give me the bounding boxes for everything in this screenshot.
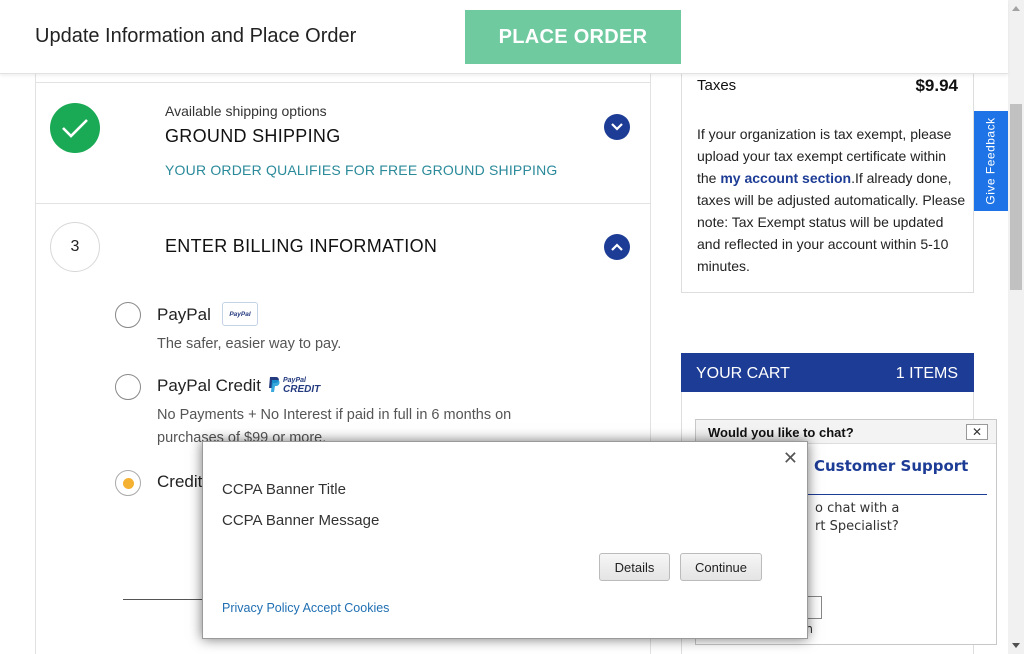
cart-item-count: 1 ITEMS <box>895 365 958 382</box>
scroll-down-icon[interactable] <box>1008 638 1024 654</box>
page-scrollbar[interactable] <box>1008 0 1024 654</box>
tax-exempt-note: If your organization is tax exempt, plea… <box>697 123 967 277</box>
tax-value: $9.94 <box>915 76 958 95</box>
chat-question-line-2: rt Specialist? <box>815 519 899 534</box>
paypal-option-title: PayPal <box>157 305 211 324</box>
panel-top-border <box>35 74 651 83</box>
ccpa-banner-title: CCPA Banner Title <box>222 481 346 498</box>
place-order-button[interactable]: PLACE ORDER <box>465 10 681 64</box>
give-feedback-tab[interactable]: Give Feedback <box>974 111 1008 211</box>
step-number: 3 <box>50 222 100 272</box>
paypal-logo: PayPal <box>222 302 258 326</box>
tax-label: Taxes <box>697 77 737 94</box>
free-shipping-note: YOUR ORDER QUALIFIES FOR FREE GROUND SHI… <box>165 162 558 178</box>
chat-header-text: Would you like to chat? <box>708 425 854 440</box>
chevron-up-icon[interactable] <box>604 234 630 260</box>
shipping-section <box>35 83 651 204</box>
cart-header: YOUR CART 1 ITEMS <box>681 353 974 392</box>
chat-divider <box>805 494 987 495</box>
details-button[interactable]: Details <box>599 553 670 581</box>
shipping-options-label: Available shipping options <box>165 103 327 119</box>
paypal-credit-option-title: PayPal Credit <box>157 376 261 395</box>
paypal-credit-logo-bottom: CREDIT <box>283 384 321 395</box>
chat-team-name: Customer Support <box>814 457 969 475</box>
give-feedback-label: Give Feedback <box>984 117 998 205</box>
ccpa-banner-message: CCPA Banner Message <box>222 512 380 529</box>
paypal-credit-radio[interactable] <box>115 374 141 400</box>
page-header: Update Information and Place Order PLACE… <box>0 0 1008 74</box>
paypal-radio[interactable] <box>115 302 141 328</box>
my-account-link[interactable]: my account section <box>720 170 851 186</box>
chat-close-button[interactable]: ✕ <box>966 424 988 440</box>
shipping-method: GROUND SHIPPING <box>165 126 341 146</box>
continue-button[interactable]: Continue <box>680 553 762 581</box>
paypal-credit-logo: PayPal CREDIT <box>267 375 320 395</box>
privacy-policy-link[interactable]: Privacy Policy Accept Cookies <box>222 601 389 615</box>
page-title: Update Information and Place Order <box>35 25 357 47</box>
modal-close-icon[interactable]: ✕ <box>783 448 798 469</box>
divider <box>123 599 213 600</box>
paypal-badge-text: PayPal <box>229 310 251 318</box>
billing-section-title: ENTER BILLING INFORMATION <box>165 236 438 256</box>
radio-selected-dot <box>122 477 134 489</box>
scroll-thumb[interactable] <box>1010 104 1022 290</box>
ccpa-banner-modal: ✕ CCPA Banner Title CCPA Banner Message … <box>202 441 808 639</box>
credit-card-option-title: Credit <box>157 472 203 491</box>
scroll-up-icon[interactable] <box>1008 0 1024 16</box>
paypal-option-desc: The safer, easier way to pay. <box>157 336 342 352</box>
chevron-down-icon[interactable] <box>604 114 630 140</box>
credit-card-radio[interactable] <box>115 470 141 496</box>
shipping-complete-icon <box>50 103 100 153</box>
cart-title: YOUR CART <box>696 365 790 382</box>
chat-question-line-1: o chat with a <box>815 501 900 516</box>
paypal-p-icon <box>269 377 280 392</box>
